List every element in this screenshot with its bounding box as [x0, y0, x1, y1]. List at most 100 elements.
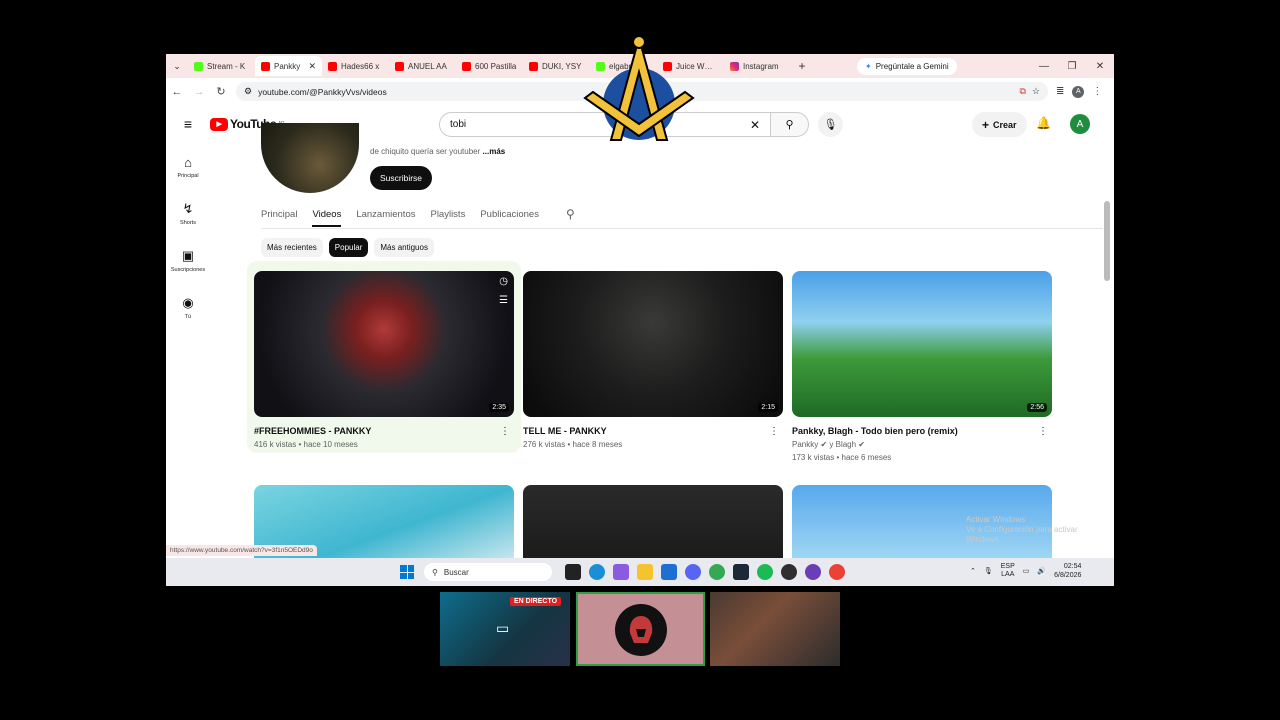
epic-games-icon[interactable]	[565, 564, 581, 580]
steam-icon[interactable]	[733, 564, 749, 580]
bookmark-star-icon[interactable]: ☆	[1032, 86, 1040, 97]
video-card[interactable]: ◷ ☰ 2:35 #FREEHOMMIES - PANKKY 416 k vis…	[254, 271, 514, 449]
search-icon: ⚲	[785, 119, 794, 131]
windows-start-icon[interactable]	[400, 565, 414, 579]
video-menu-icon[interactable]: ⋮	[1038, 426, 1048, 437]
browser-tab[interactable]: Instagram	[724, 56, 791, 76]
browser-tab-active[interactable]: Pankky ✕	[255, 56, 322, 76]
new-tab-button[interactable]: +	[791, 59, 813, 73]
chip-popular[interactable]: Popular	[328, 238, 369, 257]
reading-list-icon[interactable]: ≣	[1056, 86, 1064, 97]
video-card[interactable]	[523, 485, 783, 558]
browser-tab[interactable]: Hades66 x	[322, 56, 389, 76]
video-channel[interactable]: Pankky ✔ y Blagh ✔	[792, 440, 1052, 449]
gemini-button[interactable]: ✦ Pregúntale a Gemini	[857, 57, 957, 75]
site-info-icon[interactable]: ⚙	[244, 86, 252, 97]
subscribe-button[interactable]: Suscribirse	[370, 166, 433, 190]
channel-description[interactable]: de chiquito quería ser youtuber ...más	[370, 147, 505, 156]
microphone-tray-icon[interactable]: 🎙	[984, 567, 993, 575]
taskbar-search[interactable]: ⚲ Buscar	[424, 563, 552, 581]
tab-principal[interactable]: Principal	[261, 209, 297, 220]
guide-item-shorts[interactable]: ↯ Shorts	[166, 190, 210, 237]
gemini-spark-icon: ✦	[865, 61, 872, 71]
guide-item-suscripciones[interactable]: ▣ Suscripciones	[166, 237, 210, 284]
close-tab-icon[interactable]: ✕	[308, 61, 316, 72]
tab-lanzamientos[interactable]: Lanzamientos	[356, 209, 415, 220]
watch-later-icon[interactable]: ◷	[499, 276, 508, 287]
guide-item-tu[interactable]: ◉ Tú	[166, 284, 210, 331]
edge-icon[interactable]	[589, 564, 605, 580]
obs-icon[interactable]	[781, 564, 797, 580]
network-icon[interactable]: ▭	[1023, 567, 1030, 575]
tab-search-icon[interactable]: ⌄	[166, 61, 188, 72]
tab-videos[interactable]: Videos	[312, 209, 342, 227]
voice-search-button[interactable]: 🎙	[818, 112, 843, 137]
hamburger-menu-icon[interactable]: ≡	[166, 116, 210, 132]
search-button[interactable]: ⚲	[771, 112, 809, 137]
video-thumbnail[interactable]	[523, 485, 783, 558]
tray-expand-icon[interactable]: ⌃	[970, 567, 976, 575]
clock[interactable]: 02:54 6/8/2026	[1054, 562, 1081, 580]
video-duration: 2:35	[489, 403, 509, 412]
browser-tab[interactable]: 600 Pastilla	[456, 56, 523, 76]
chip-mas-recientes[interactable]: Más recientes	[261, 238, 323, 257]
copilot-icon[interactable]	[613, 564, 629, 580]
language-indicator[interactable]: ESP LAA	[1001, 563, 1015, 579]
close-window-icon[interactable]: ✕	[1086, 61, 1114, 72]
file-explorer-icon[interactable]	[637, 564, 653, 580]
activate-windows-watermark: Activar Windows Ve a Configuración para …	[966, 515, 1078, 544]
channel-avatar[interactable]	[261, 123, 359, 193]
video-thumbnail[interactable]: 2:56	[792, 271, 1052, 417]
video-title[interactable]: Pankky, Blagh - Todo bien pero (remix)	[792, 426, 1052, 436]
sort-chips: Más recientes Popular Más antiguos	[261, 238, 434, 257]
cast-icon[interactable]: ⧉	[1019, 86, 1025, 97]
youtube-favicon-icon	[529, 61, 538, 71]
forward-icon[interactable]: →	[188, 86, 210, 98]
youtube-favicon-icon	[328, 61, 337, 71]
browser-menu-icon[interactable]: ⋮	[1092, 86, 1102, 97]
reload-icon[interactable]: ↻	[210, 85, 232, 98]
minimize-window-icon[interactable]: —	[1030, 61, 1058, 72]
profile-avatar[interactable]: A	[1072, 85, 1085, 98]
app-icon[interactable]	[805, 564, 821, 580]
restore-window-icon[interactable]: ❐	[1058, 61, 1086, 72]
page-scrollbar[interactable]	[1104, 201, 1110, 281]
channel-search-icon[interactable]: ⚲	[566, 207, 575, 221]
chip-mas-antiguos[interactable]: Más antiguos	[374, 238, 434, 257]
notifications-bell-icon[interactable]: 🔔	[1036, 116, 1051, 130]
taskbar-apps	[565, 564, 845, 580]
chrome-icon[interactable]	[709, 564, 725, 580]
browser-tab[interactable]: Stream - K	[188, 56, 255, 76]
volume-icon[interactable]: 🔊	[1037, 567, 1046, 575]
discord-icon[interactable]	[685, 564, 701, 580]
clear-search-icon[interactable]: ✕	[750, 118, 760, 132]
add-to-queue-icon[interactable]: ☰	[499, 295, 508, 306]
browser-tab[interactable]: DUKI, YSY	[523, 56, 590, 76]
video-thumbnail[interactable]: ◷ ☰ 2:35	[254, 271, 514, 417]
chrome-alt-icon[interactable]	[829, 564, 845, 580]
back-icon[interactable]: ←	[166, 86, 188, 98]
store-icon[interactable]	[661, 564, 677, 580]
video-title[interactable]: TELL ME - PANKKY	[523, 426, 783, 436]
channel-tabs: Principal Videos Lanzamientos Playlists …	[261, 200, 575, 228]
video-title[interactable]: #FREEHOMMIES - PANKKY	[254, 426, 514, 436]
tab-publicaciones[interactable]: Publicaciones	[480, 209, 539, 220]
you-icon: ◉	[182, 295, 194, 310]
webcam-feed-3	[710, 592, 840, 666]
browser-tab[interactable]: ANUEL AA	[389, 56, 456, 76]
video-card[interactable]: 2:56 Pankky, Blagh - Todo bien pero (rem…	[792, 271, 1052, 462]
tab-playlists[interactable]: Playlists	[430, 209, 465, 220]
guide-item-principal[interactable]: ⌂ Principal	[166, 143, 210, 190]
account-avatar[interactable]: A	[1070, 114, 1090, 134]
video-menu-icon[interactable]: ⋮	[769, 426, 779, 437]
video-card[interactable]: 2:15 TELL ME - PANKKY 276 k vistas • hac…	[523, 271, 783, 449]
helmet-emblem-icon	[615, 604, 667, 656]
video-meta: 173 k vistas • hace 6 meses	[792, 453, 892, 462]
create-button[interactable]: + Crear	[972, 112, 1027, 137]
guide-sidebar: ⌂ Principal ↯ Shorts ▣ Suscripciones ◉ Tú	[166, 143, 210, 331]
tabs-divider	[261, 228, 1103, 229]
video-thumbnail[interactable]: 2:15	[523, 271, 783, 417]
video-menu-icon[interactable]: ⋮	[500, 426, 510, 437]
link-status-bar: https://www.youtube.com/watch?v=3f1n5OED…	[166, 545, 317, 556]
spotify-icon[interactable]	[757, 564, 773, 580]
